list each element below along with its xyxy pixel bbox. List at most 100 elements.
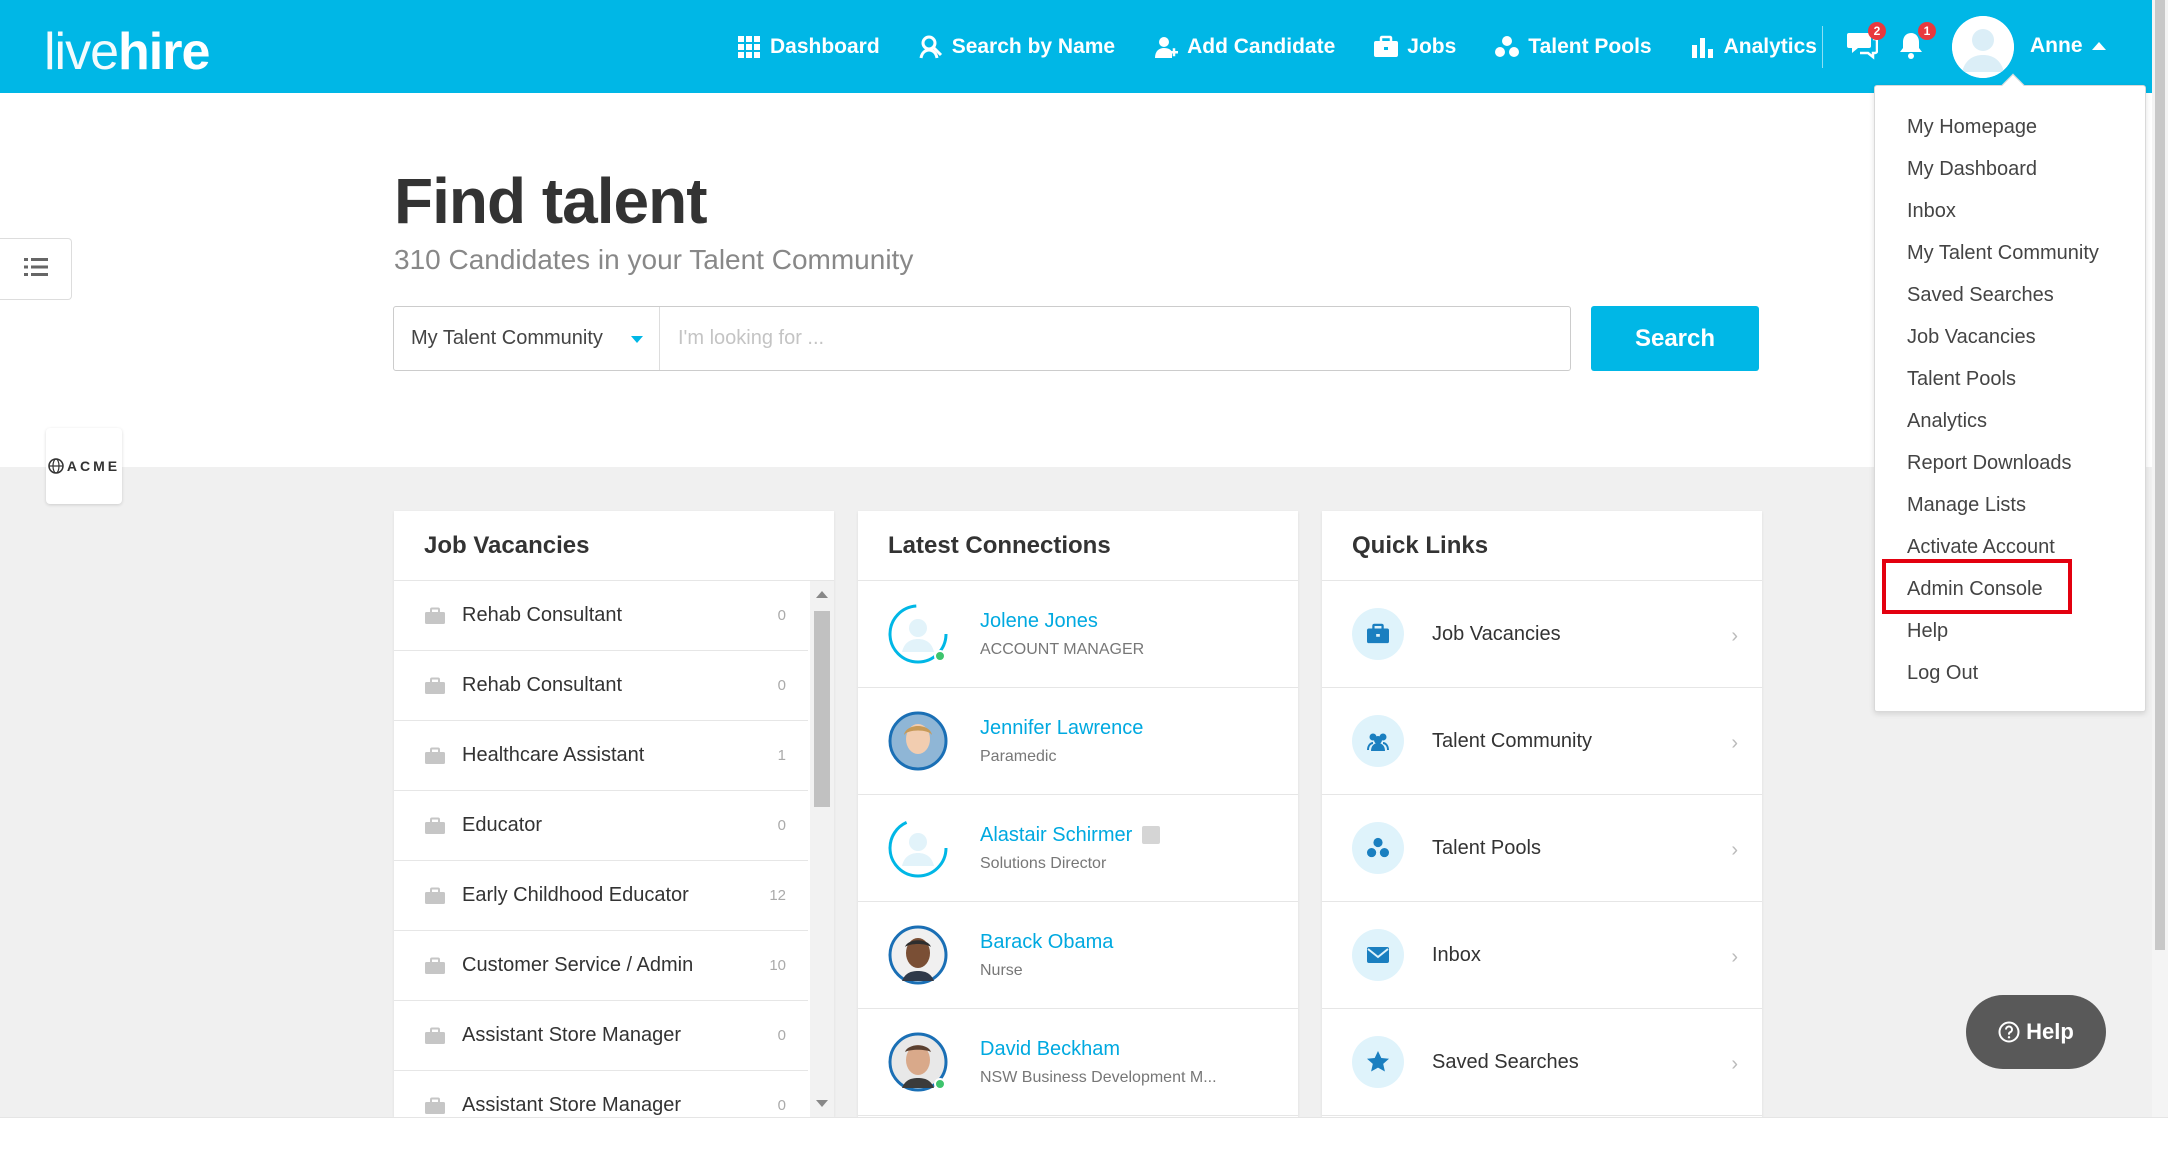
user-dropdown-menu: My Homepage My Dashboard Inbox My Talent Co…	[1874, 73, 2146, 712]
page-scrollbar[interactable]	[2152, 0, 2168, 1117]
messages-badge: 2	[1868, 22, 1886, 40]
alerts-badge: 1	[1918, 22, 1936, 40]
question-circle-icon	[1998, 1021, 2020, 1043]
job-vacancy-item[interactable]: Customer Service / Admin 10	[394, 931, 808, 1001]
connection-name[interactable]: Barack Obama	[980, 931, 1113, 954]
menu-item-my-homepage[interactable]: My Homepage	[1907, 116, 2037, 139]
main-nav: Dashboard Search by Name Add Candidate J…	[736, 0, 1855, 93]
briefcase-icon	[424, 677, 446, 695]
grid-icon	[736, 34, 762, 60]
connection-item[interactable]: Jennifer Lawrence Paramedic	[858, 688, 1298, 795]
job-vacancy-item[interactable]: Rehab Consultant 0	[394, 651, 808, 721]
page-scroll-thumb[interactable]	[2155, 0, 2165, 950]
job-vacancy-item[interactable]: Early Childhood Educator 12	[394, 861, 808, 931]
job-vacancy-item[interactable]: Educator 0	[394, 791, 808, 861]
messages-button[interactable]: 2	[1846, 22, 1886, 64]
bar-chart-icon	[1690, 34, 1716, 60]
connection-role: Solutions Director	[980, 854, 1107, 872]
nav-analytics[interactable]: Analytics	[1690, 34, 1817, 60]
help-button[interactable]: Help	[1966, 995, 2106, 1069]
nav-add-candidate[interactable]: Add Candidate	[1153, 34, 1335, 60]
job-vacancy-item[interactable]: Rehab Consultant 0	[394, 581, 808, 651]
job-vacancies-card: Job Vacancies Rehab Consultant 0 Rehab Con…	[394, 511, 834, 1117]
connection-name[interactable]: Jennifer Lawrence	[980, 717, 1143, 740]
page-title: Find talent	[394, 165, 708, 237]
briefcase-icon	[424, 957, 446, 975]
job-vacancy-count: 1	[777, 747, 786, 764]
menu-item-help[interactable]: Help	[1907, 620, 1948, 643]
card-title: Quick Links	[1322, 511, 1762, 581]
job-vacancy-count: 0	[777, 677, 786, 694]
menu-item-manage-lists[interactable]: Manage Lists	[1907, 494, 2026, 517]
briefcase-icon	[424, 1097, 446, 1115]
nav-dashboard[interactable]: Dashboard	[736, 34, 880, 60]
caret-up-icon[interactable]	[2092, 42, 2106, 50]
dropdown-caret-icon	[631, 336, 643, 343]
latest-connections-card: Latest Connections Jolene Jones ACCOUNT …	[858, 511, 1298, 1117]
list-scrollbar[interactable]	[810, 581, 834, 1117]
connection-name[interactable]: Jolene Jones	[980, 610, 1144, 633]
job-vacancy-count: 0	[777, 607, 786, 624]
scroll-down-arrow-icon[interactable]	[816, 1100, 828, 1107]
menu-item-job-vacancies[interactable]: Job Vacancies	[1907, 326, 2036, 349]
quick-link-saved-searches[interactable]: Saved Searches ›	[1322, 1009, 1762, 1116]
quick-link-inbox[interactable]: Inbox ›	[1322, 902, 1762, 1009]
job-vacancy-item[interactable]: Assistant Store Manager 0	[394, 1071, 808, 1117]
briefcase-icon	[424, 887, 446, 905]
chevron-right-icon: ›	[1731, 946, 1738, 968]
online-status-icon	[934, 1078, 946, 1090]
search-bar: My Talent Community	[393, 306, 1571, 371]
connection-name[interactable]: Alastair Schirmer	[980, 824, 1161, 847]
search-button[interactable]: Search	[1591, 306, 1759, 371]
connection-item[interactable]: David Beckham NSW Business Development M…	[858, 1009, 1298, 1116]
menu-item-my-dashboard[interactable]: My Dashboard	[1907, 158, 2037, 181]
avatar	[888, 604, 948, 664]
menu-item-inbox[interactable]: Inbox	[1907, 200, 1956, 223]
quick-link-talent-pools[interactable]: Talent Pools ›	[1322, 795, 1762, 902]
nav-search-by-name[interactable]: Search by Name	[918, 34, 1115, 60]
connection-item[interactable]: Barack Obama Nurse	[858, 902, 1298, 1009]
briefcase-icon	[424, 1027, 446, 1045]
company-logo[interactable]: ACME	[46, 428, 122, 504]
user-name[interactable]: Anne	[2030, 34, 2083, 58]
connection-name[interactable]: David Beckham	[980, 1038, 1217, 1061]
menu-item-analytics[interactable]: Analytics	[1907, 410, 1987, 433]
menu-item-talent-pools[interactable]: Talent Pools	[1907, 368, 2016, 391]
briefcase-icon	[424, 817, 446, 835]
nav-jobs[interactable]: Jobs	[1373, 34, 1456, 60]
quick-link-job-vacancies[interactable]: Job Vacancies ›	[1322, 581, 1762, 688]
connection-item[interactable]: Alastair Schirmer Solutions Director	[858, 795, 1298, 902]
job-vacancy-title: Assistant Store Manager	[462, 1024, 681, 1046]
bottom-strip	[0, 1117, 2168, 1174]
bell-icon	[1896, 33, 1926, 64]
job-vacancies-list: Rehab Consultant 0 Rehab Consultant 0 Health…	[394, 581, 834, 1117]
hero-section	[0, 93, 2152, 467]
job-vacancy-item[interactable]: Healthcare Assistant 1	[394, 721, 808, 791]
nav-talent-pools[interactable]: Talent Pools	[1494, 34, 1652, 60]
quick-link-talent-community[interactable]: Talent Community ›	[1322, 688, 1762, 795]
scroll-thumb[interactable]	[814, 611, 830, 807]
search-scope-select[interactable]: My Talent Community	[394, 307, 660, 370]
job-vacancy-item[interactable]: Assistant Store Manager 0	[394, 1001, 808, 1071]
chevron-right-icon: ›	[1731, 1053, 1738, 1075]
connection-role: ACCOUNT MANAGER	[980, 640, 1145, 658]
menu-item-my-talent-community[interactable]: My Talent Community	[1907, 242, 2099, 265]
card-title: Latest Connections	[858, 511, 1298, 581]
menu-item-activate-account[interactable]: Activate Account	[1907, 536, 2055, 559]
menu-item-report-downloads[interactable]: Report Downloads	[1907, 452, 2072, 475]
sidebar-toggle-button[interactable]	[0, 238, 72, 300]
avatar	[888, 711, 948, 771]
job-vacancy-title: Educator	[462, 814, 543, 836]
livehire-logo[interactable]: livehire	[44, 22, 210, 82]
user-avatar[interactable]	[1952, 16, 2014, 78]
list-icon	[23, 257, 48, 282]
alerts-button[interactable]: 1	[1896, 22, 1936, 64]
job-vacancy-count: 0	[777, 1097, 786, 1114]
scroll-up-arrow-icon[interactable]	[816, 591, 828, 598]
job-vacancy-title: Rehab Consultant	[462, 674, 623, 696]
job-vacancy-count: 10	[769, 957, 786, 974]
menu-item-log-out[interactable]: Log Out	[1907, 662, 1978, 685]
search-input[interactable]	[660, 307, 1570, 370]
menu-item-saved-searches[interactable]: Saved Searches	[1907, 284, 2054, 307]
connection-item[interactable]: Jolene Jones ACCOUNT MANAGER	[858, 581, 1298, 688]
